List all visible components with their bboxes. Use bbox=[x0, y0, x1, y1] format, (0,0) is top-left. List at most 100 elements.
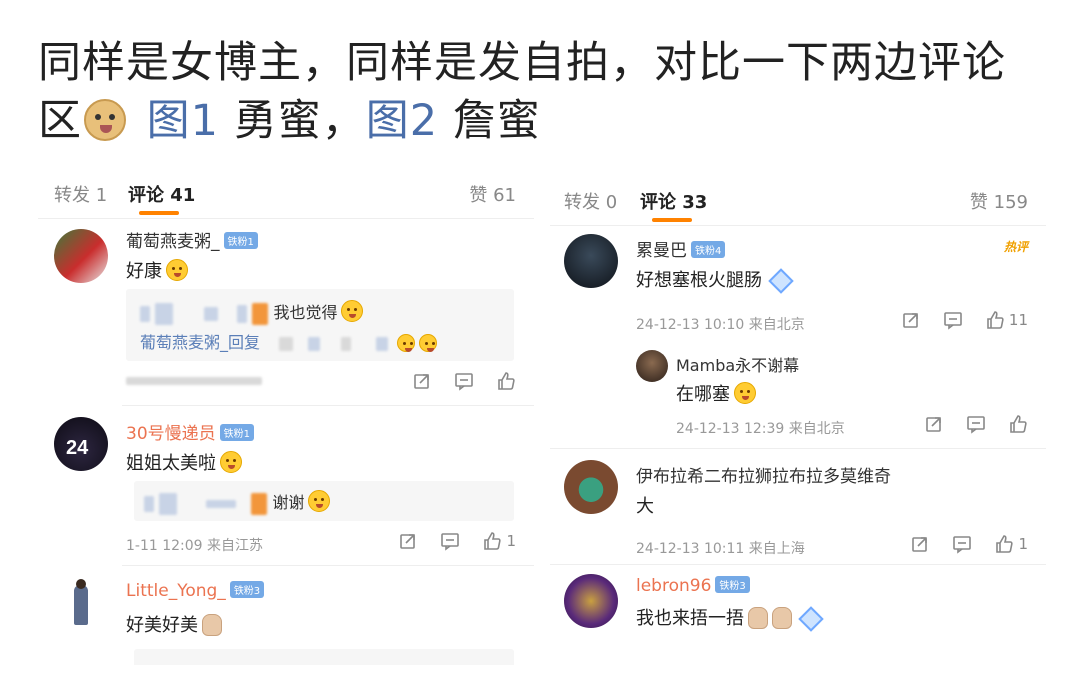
post-headline: 同样是女博主，同样是发自拍，对比一下两边评论 区 图1 勇蜜，图2 詹蜜 bbox=[38, 34, 1048, 150]
reply-button[interactable] bbox=[454, 371, 474, 391]
username[interactable]: 30号慢递员 bbox=[126, 424, 216, 444]
comment-text: 好美好美 bbox=[126, 615, 198, 636]
username[interactable]: 累曼巴 bbox=[636, 241, 687, 261]
avatar[interactable]: 24 bbox=[54, 417, 108, 471]
divider bbox=[550, 564, 1046, 565]
reply-line: 葡萄燕麦粥_回复 bbox=[140, 329, 438, 353]
emoji-icon bbox=[419, 334, 438, 352]
censored-block bbox=[144, 495, 154, 512]
username-row: 累曼巴 铁粉4 bbox=[636, 236, 726, 261]
censored-block bbox=[204, 306, 219, 321]
censored-block bbox=[140, 305, 150, 322]
emoji-icon bbox=[734, 382, 756, 404]
diamond-icon bbox=[798, 606, 824, 632]
hand-emoji-icon bbox=[772, 607, 792, 629]
avatar[interactable] bbox=[54, 229, 108, 283]
tab-repost[interactable]: 转发 1 bbox=[54, 181, 107, 207]
like-button[interactable] bbox=[496, 371, 516, 391]
divider bbox=[122, 405, 534, 406]
like-count: 11 bbox=[1008, 311, 1028, 329]
avatar[interactable] bbox=[54, 577, 108, 631]
censored-block bbox=[341, 336, 352, 351]
comment-meta: 24-12-13 10:11 来自上海 bbox=[636, 541, 805, 557]
username[interactable]: Little_Yong_ bbox=[126, 581, 226, 601]
reply-button[interactable] bbox=[966, 414, 986, 434]
comment-item: 累曼巴 铁粉4 好想塞根火腿肠 24-12-13 10:10 来自北京 11 bbox=[550, 232, 1046, 342]
comment-actions bbox=[412, 371, 516, 391]
comment-tabs: 转发 0 评论 33 赞 159 bbox=[550, 172, 1046, 226]
tab-comments[interactable]: 评论 33 bbox=[640, 188, 707, 214]
comment-text: 我也来捂一捂 bbox=[636, 608, 744, 629]
tab-likes[interactable]: 赞 159 bbox=[970, 188, 1028, 214]
username[interactable]: 伊布拉希二布拉狮拉布拉多莫维奇 bbox=[636, 462, 891, 487]
like-count: 1 bbox=[1018, 535, 1028, 553]
reply-line: 我也觉得 bbox=[140, 299, 364, 325]
tab-comments[interactable]: 评论 41 bbox=[128, 181, 195, 207]
comment-icon bbox=[967, 416, 985, 434]
emoji-icon bbox=[341, 300, 364, 322]
reply-preview[interactable]: 谢谢 bbox=[134, 481, 514, 521]
comment-item: 葡萄燕麦粥_ 铁粉1 好康 我也觉得 葡萄燕麦粥_回复 bbox=[38, 225, 534, 405]
share-button[interactable] bbox=[412, 371, 432, 391]
comment-item: 伊布拉希二布拉狮拉布拉多莫维奇 大 24-12-13 10:11 来自上海 1 bbox=[550, 456, 1046, 566]
comment-actions: 1 bbox=[910, 534, 1028, 554]
censored-block bbox=[308, 336, 321, 351]
comment-panel-2: 转发 0 评论 33 赞 159 热评 累曼巴 铁粉4 好想塞根火腿肠 24-12… bbox=[550, 172, 1046, 672]
comment-text-row: 我也来捂一捂 bbox=[636, 604, 824, 632]
censored-block bbox=[237, 304, 248, 323]
fan-badge: 铁粉3 bbox=[229, 581, 265, 598]
share-icon bbox=[414, 374, 429, 389]
like-button[interactable]: 1 bbox=[994, 534, 1028, 554]
like-button[interactable]: 11 bbox=[985, 310, 1028, 330]
reply-button[interactable] bbox=[440, 531, 460, 551]
username[interactable]: Mamba永不谢幕 bbox=[676, 352, 799, 376]
share-icon bbox=[926, 417, 941, 432]
divider bbox=[550, 448, 1046, 449]
comment-actions bbox=[924, 414, 1028, 434]
nested-reply-item: Mamba永不谢幕 在哪塞 24-12-13 12:39 来自北京 bbox=[550, 346, 1046, 446]
like-button[interactable] bbox=[1008, 414, 1028, 434]
comment-text: 好想塞根火腿肠 bbox=[636, 270, 762, 291]
comment-item: 24 30号慢递员 铁粉1 姐姐太美啦 谢谢 1-11 12:09 来自江苏 1 bbox=[38, 415, 534, 563]
comment-actions: 11 bbox=[901, 310, 1028, 330]
reply-preview[interactable] bbox=[134, 649, 514, 665]
comment-text: 在哪塞 bbox=[676, 384, 730, 405]
tab-likes[interactable]: 赞 61 bbox=[469, 181, 516, 207]
reply-button[interactable] bbox=[952, 534, 972, 554]
comment-icon bbox=[944, 312, 962, 330]
username-row: 葡萄燕麦粥_ 铁粉1 bbox=[126, 227, 258, 252]
avatar[interactable] bbox=[564, 460, 618, 514]
username[interactable]: 葡萄燕麦粥_ bbox=[126, 232, 220, 252]
headline-line2-prefix: 区 bbox=[38, 96, 82, 146]
reply-button[interactable] bbox=[943, 310, 963, 330]
like-button[interactable]: 1 bbox=[482, 531, 516, 551]
avatar[interactable] bbox=[564, 234, 618, 288]
avatar[interactable] bbox=[564, 574, 618, 628]
comment-text-row: 姐姐太美啦 bbox=[126, 449, 242, 475]
share-button[interactable] bbox=[398, 531, 418, 551]
fig2-link[interactable]: 图2 bbox=[366, 96, 438, 146]
doge-emoji-icon bbox=[84, 99, 126, 141]
comment-icon bbox=[953, 536, 972, 554]
headline-line1: 同样是女博主，同样是发自拍，对比一下两边评论 bbox=[38, 38, 1006, 88]
share-button[interactable] bbox=[901, 310, 921, 330]
censored-block bbox=[279, 336, 294, 351]
username[interactable]: lebron96 bbox=[636, 576, 711, 596]
thumbs-up-icon bbox=[498, 372, 515, 390]
username-row: 30号慢递员 铁粉1 bbox=[126, 419, 255, 444]
fan-badge: 铁粉1 bbox=[219, 424, 255, 441]
fan-badge: 铁粉3 bbox=[715, 576, 750, 593]
share-button[interactable] bbox=[910, 534, 930, 554]
divider bbox=[122, 565, 534, 566]
reply-preview[interactable]: 我也觉得 葡萄燕麦粥_回复 bbox=[126, 289, 514, 361]
fig1-link[interactable]: 图1 bbox=[147, 96, 219, 146]
fan-badge: 铁粉4 bbox=[691, 241, 726, 258]
tab-repost[interactable]: 转发 0 bbox=[564, 188, 617, 214]
reply-author[interactable]: 葡萄燕麦粥_回复 bbox=[140, 333, 260, 352]
comment-panel-1: 转发 1 评论 41 赞 61 葡萄燕麦粥_ 铁粉1 好康 我也觉得 葡萄燕麦粥_… bbox=[38, 165, 534, 665]
active-tab-indicator bbox=[652, 218, 692, 222]
share-button[interactable] bbox=[924, 414, 944, 434]
comment-actions: 1 bbox=[398, 531, 516, 551]
comment-item: Little_Yong_ 铁粉3 好美好美 bbox=[38, 575, 534, 665]
avatar[interactable] bbox=[636, 350, 668, 382]
